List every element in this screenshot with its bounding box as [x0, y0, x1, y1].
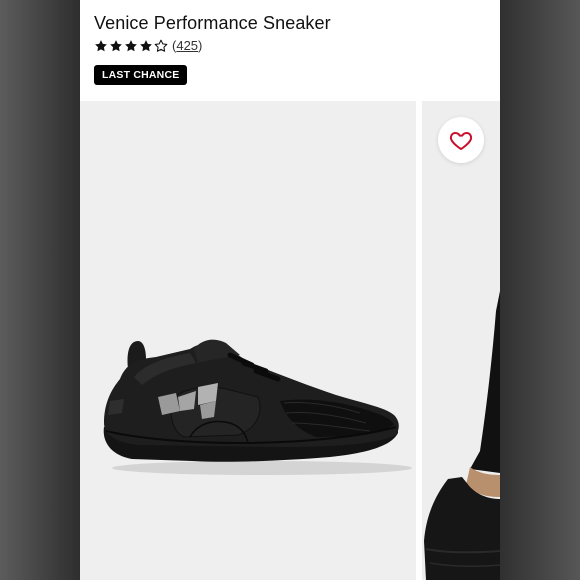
product-panel: Venice Performance Sneaker (425) LAST CH… [80, 0, 500, 580]
star-filled-icon [109, 39, 123, 53]
left-blur-border [0, 0, 80, 580]
favorite-button[interactable] [438, 117, 484, 163]
main-product-image[interactable] [80, 101, 416, 580]
star-empty-icon [154, 39, 168, 53]
product-title: Venice Performance Sneaker [94, 13, 331, 33]
star-filled-icon [124, 39, 138, 53]
last-chance-badge: LAST CHANCE [94, 65, 188, 85]
star-filled-icon [139, 39, 153, 53]
review-count[interactable]: (425) [172, 38, 202, 53]
review-count-link[interactable]: 425 [176, 38, 198, 53]
heart-icon [449, 128, 473, 152]
leg-image [424, 291, 500, 580]
secondary-product-image[interactable] [422, 101, 500, 580]
right-blur-border [500, 0, 580, 580]
product-image-gallery[interactable] [80, 101, 500, 580]
star-rating [94, 39, 168, 53]
sneaker-image [103, 339, 412, 475]
rating-row[interactable]: (425) [94, 38, 202, 53]
star-filled-icon [94, 39, 108, 53]
